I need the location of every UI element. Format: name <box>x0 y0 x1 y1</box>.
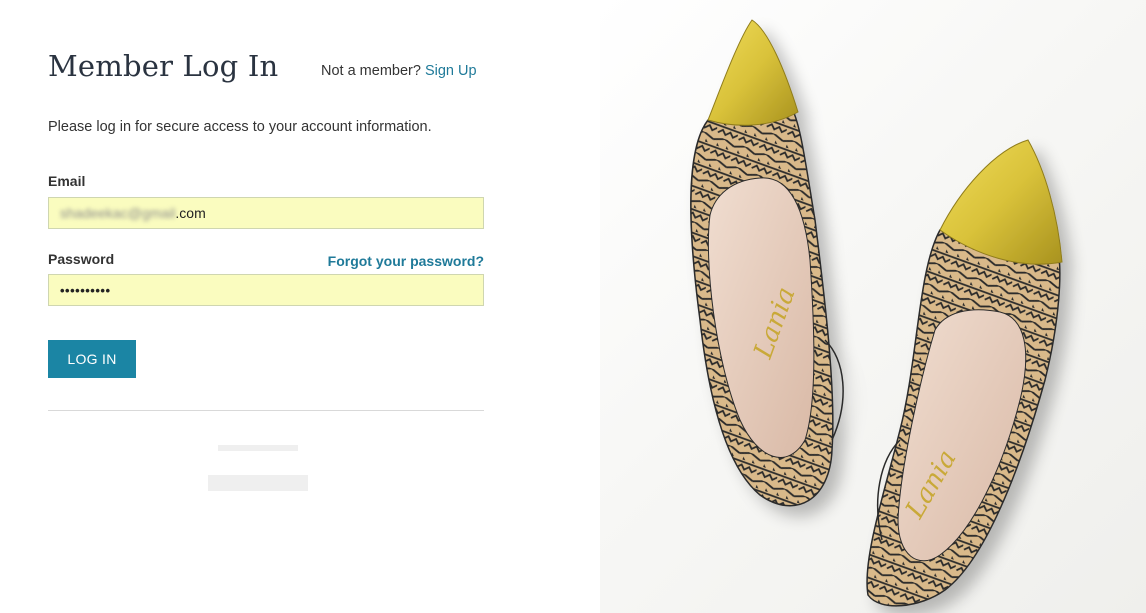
left-shoe: Lania <box>690 19 844 507</box>
login-button[interactable]: LOG IN <box>48 340 136 378</box>
shoes-illustration: Lania Lania <box>690 19 1063 607</box>
intro-text: Please log in for secure access to your … <box>48 119 432 135</box>
email-label: Email <box>48 173 86 189</box>
email-field[interactable]: shadeekac@gmail .com <box>48 197 484 229</box>
faded-logo-watermark <box>208 445 308 491</box>
login-page: Member Log In Not a member? Sign Up Plea… <box>0 0 1146 613</box>
title-row: Member Log In Not a member? Sign Up <box>48 40 484 100</box>
right-shoe: Lania <box>866 139 1063 607</box>
forgot-password-link[interactable]: Forgot your password? <box>328 253 484 269</box>
page-title: Member Log In <box>48 49 279 83</box>
email-value-obscured: shadeekac@gmail <box>60 205 176 221</box>
hero-shoes-image: Lania Lania <box>600 0 1146 613</box>
password-value: •••••••••• <box>60 282 111 298</box>
divider <box>48 410 484 411</box>
password-label: Password <box>48 251 115 267</box>
email-value-suffix: .com <box>175 205 206 221</box>
signup-link[interactable]: Sign Up <box>425 63 477 79</box>
signup-prompt-text: Not a member? <box>321 63 421 79</box>
signup-prompt: Not a member? Sign Up <box>321 63 477 79</box>
password-field[interactable]: •••••••••• <box>48 274 484 306</box>
login-panel: Member Log In Not a member? Sign Up Plea… <box>48 40 484 491</box>
